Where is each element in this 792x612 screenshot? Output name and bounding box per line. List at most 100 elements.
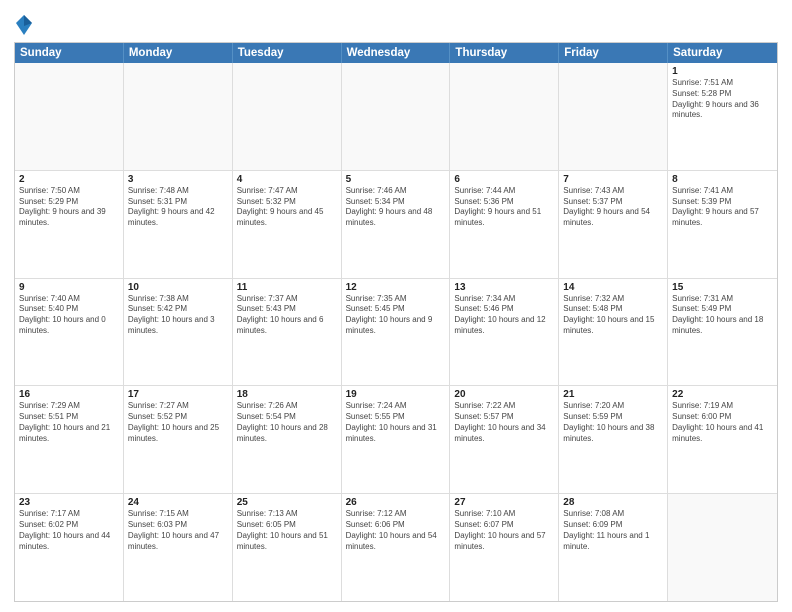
day-info: Sunrise: 7:10 AM Sunset: 6:07 PM Dayligh… [454,509,554,552]
day-number: 2 [19,174,119,185]
day-cell-3: 3Sunrise: 7:48 AM Sunset: 5:31 PM Daylig… [124,171,233,278]
weekday-header-saturday: Saturday [668,43,777,63]
logo [14,14,33,36]
day-cell-6: 6Sunrise: 7:44 AM Sunset: 5:36 PM Daylig… [450,171,559,278]
day-cell-28: 28Sunrise: 7:08 AM Sunset: 6:09 PM Dayli… [559,494,668,601]
header [14,10,778,36]
calendar-header: SundayMondayTuesdayWednesdayThursdayFrid… [15,43,777,63]
day-cell-4: 4Sunrise: 7:47 AM Sunset: 5:32 PM Daylig… [233,171,342,278]
day-number: 17 [128,389,228,400]
weekday-header-thursday: Thursday [450,43,559,63]
day-number: 1 [672,66,773,77]
day-info: Sunrise: 7:46 AM Sunset: 5:34 PM Dayligh… [346,186,446,229]
day-cell-16: 16Sunrise: 7:29 AM Sunset: 5:51 PM Dayli… [15,386,124,493]
day-number: 11 [237,282,337,293]
day-info: Sunrise: 7:47 AM Sunset: 5:32 PM Dayligh… [237,186,337,229]
day-info: Sunrise: 7:51 AM Sunset: 5:28 PM Dayligh… [672,78,773,121]
day-cell-empty-0-2 [233,63,342,170]
day-info: Sunrise: 7:41 AM Sunset: 5:39 PM Dayligh… [672,186,773,229]
day-cell-24: 24Sunrise: 7:15 AM Sunset: 6:03 PM Dayli… [124,494,233,601]
day-info: Sunrise: 7:26 AM Sunset: 5:54 PM Dayligh… [237,401,337,444]
calendar-row-1: 2Sunrise: 7:50 AM Sunset: 5:29 PM Daylig… [15,171,777,279]
day-number: 23 [19,497,119,508]
day-number: 6 [454,174,554,185]
day-info: Sunrise: 7:19 AM Sunset: 6:00 PM Dayligh… [672,401,773,444]
page: SundayMondayTuesdayWednesdayThursdayFrid… [0,0,792,612]
day-info: Sunrise: 7:38 AM Sunset: 5:42 PM Dayligh… [128,294,228,337]
day-cell-17: 17Sunrise: 7:27 AM Sunset: 5:52 PM Dayli… [124,386,233,493]
day-number: 5 [346,174,446,185]
day-number: 14 [563,282,663,293]
day-number: 16 [19,389,119,400]
day-info: Sunrise: 7:29 AM Sunset: 5:51 PM Dayligh… [19,401,119,444]
day-info: Sunrise: 7:43 AM Sunset: 5:37 PM Dayligh… [563,186,663,229]
day-info: Sunrise: 7:13 AM Sunset: 6:05 PM Dayligh… [237,509,337,552]
weekday-header-wednesday: Wednesday [342,43,451,63]
day-info: Sunrise: 7:32 AM Sunset: 5:48 PM Dayligh… [563,294,663,337]
day-number: 8 [672,174,773,185]
day-cell-empty-0-5 [559,63,668,170]
weekday-header-monday: Monday [124,43,233,63]
calendar-body: 1Sunrise: 7:51 AM Sunset: 5:28 PM Daylig… [15,63,777,601]
day-info: Sunrise: 7:34 AM Sunset: 5:46 PM Dayligh… [454,294,554,337]
day-cell-15: 15Sunrise: 7:31 AM Sunset: 5:49 PM Dayli… [668,279,777,386]
day-cell-empty-4-6 [668,494,777,601]
day-cell-27: 27Sunrise: 7:10 AM Sunset: 6:07 PM Dayli… [450,494,559,601]
day-number: 18 [237,389,337,400]
day-cell-empty-0-1 [124,63,233,170]
logo-icon [15,14,33,36]
day-info: Sunrise: 7:44 AM Sunset: 5:36 PM Dayligh… [454,186,554,229]
day-number: 27 [454,497,554,508]
day-cell-20: 20Sunrise: 7:22 AM Sunset: 5:57 PM Dayli… [450,386,559,493]
day-cell-21: 21Sunrise: 7:20 AM Sunset: 5:59 PM Dayli… [559,386,668,493]
day-number: 20 [454,389,554,400]
day-cell-25: 25Sunrise: 7:13 AM Sunset: 6:05 PM Dayli… [233,494,342,601]
calendar-row-3: 16Sunrise: 7:29 AM Sunset: 5:51 PM Dayli… [15,386,777,494]
day-number: 13 [454,282,554,293]
day-info: Sunrise: 7:48 AM Sunset: 5:31 PM Dayligh… [128,186,228,229]
day-number: 4 [237,174,337,185]
day-cell-10: 10Sunrise: 7:38 AM Sunset: 5:42 PM Dayli… [124,279,233,386]
day-info: Sunrise: 7:22 AM Sunset: 5:57 PM Dayligh… [454,401,554,444]
day-number: 25 [237,497,337,508]
day-number: 28 [563,497,663,508]
day-info: Sunrise: 7:08 AM Sunset: 6:09 PM Dayligh… [563,509,663,552]
day-number: 19 [346,389,446,400]
day-cell-23: 23Sunrise: 7:17 AM Sunset: 6:02 PM Dayli… [15,494,124,601]
day-number: 24 [128,497,228,508]
day-cell-empty-0-3 [342,63,451,170]
weekday-header-friday: Friday [559,43,668,63]
day-cell-19: 19Sunrise: 7:24 AM Sunset: 5:55 PM Dayli… [342,386,451,493]
calendar-row-4: 23Sunrise: 7:17 AM Sunset: 6:02 PM Dayli… [15,494,777,601]
day-number: 9 [19,282,119,293]
day-info: Sunrise: 7:20 AM Sunset: 5:59 PM Dayligh… [563,401,663,444]
day-cell-2: 2Sunrise: 7:50 AM Sunset: 5:29 PM Daylig… [15,171,124,278]
day-info: Sunrise: 7:15 AM Sunset: 6:03 PM Dayligh… [128,509,228,552]
day-info: Sunrise: 7:50 AM Sunset: 5:29 PM Dayligh… [19,186,119,229]
day-info: Sunrise: 7:12 AM Sunset: 6:06 PM Dayligh… [346,509,446,552]
day-cell-22: 22Sunrise: 7:19 AM Sunset: 6:00 PM Dayli… [668,386,777,493]
day-number: 10 [128,282,228,293]
day-info: Sunrise: 7:27 AM Sunset: 5:52 PM Dayligh… [128,401,228,444]
day-number: 7 [563,174,663,185]
day-info: Sunrise: 7:24 AM Sunset: 5:55 PM Dayligh… [346,401,446,444]
calendar: SundayMondayTuesdayWednesdayThursdayFrid… [14,42,778,602]
day-info: Sunrise: 7:35 AM Sunset: 5:45 PM Dayligh… [346,294,446,337]
day-info: Sunrise: 7:17 AM Sunset: 6:02 PM Dayligh… [19,509,119,552]
calendar-row-0: 1Sunrise: 7:51 AM Sunset: 5:28 PM Daylig… [15,63,777,171]
day-number: 3 [128,174,228,185]
day-number: 22 [672,389,773,400]
day-info: Sunrise: 7:40 AM Sunset: 5:40 PM Dayligh… [19,294,119,337]
weekday-header-tuesday: Tuesday [233,43,342,63]
day-number: 15 [672,282,773,293]
weekday-header-sunday: Sunday [15,43,124,63]
day-cell-7: 7Sunrise: 7:43 AM Sunset: 5:37 PM Daylig… [559,171,668,278]
day-cell-18: 18Sunrise: 7:26 AM Sunset: 5:54 PM Dayli… [233,386,342,493]
day-cell-12: 12Sunrise: 7:35 AM Sunset: 5:45 PM Dayli… [342,279,451,386]
day-cell-empty-0-4 [450,63,559,170]
calendar-row-2: 9Sunrise: 7:40 AM Sunset: 5:40 PM Daylig… [15,279,777,387]
day-cell-14: 14Sunrise: 7:32 AM Sunset: 5:48 PM Dayli… [559,279,668,386]
day-cell-8: 8Sunrise: 7:41 AM Sunset: 5:39 PM Daylig… [668,171,777,278]
day-cell-5: 5Sunrise: 7:46 AM Sunset: 5:34 PM Daylig… [342,171,451,278]
day-number: 21 [563,389,663,400]
